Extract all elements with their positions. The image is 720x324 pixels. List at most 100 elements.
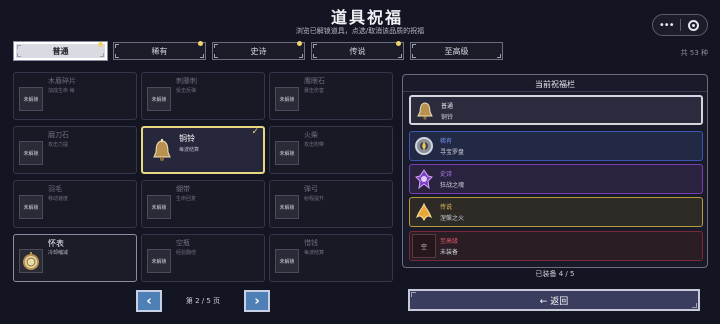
item-card[interactable]: 未解锁 磨刀石 攻击力提	[13, 126, 137, 174]
locked-label: 未解锁	[23, 150, 39, 157]
tab-label: 普通	[52, 46, 69, 56]
blessing-slot-rare[interactable]: 稀有 寻宝罗盘	[409, 131, 703, 161]
more-menu-icon[interactable]: •••	[653, 20, 680, 31]
slot-item-name: 狂战之魂	[440, 182, 465, 189]
item-thumb: 未解锁	[19, 87, 43, 111]
pocket-watch-icon	[19, 249, 43, 273]
slot-item-name: 涅槃之火	[440, 215, 465, 222]
page-title: 道具祝福	[330, 8, 403, 27]
item-name: 木盾碎片	[48, 77, 76, 85]
return-label: ← 返回	[539, 296, 569, 307]
empty-slot-label: 空	[420, 243, 427, 251]
item-card[interactable]: 未解锁 空瓶 经验翻倍	[141, 234, 265, 282]
locked-label: 未解锁	[23, 204, 39, 211]
page-subtitle: 浏览已解锁道具，点选/取消该品质的祝福	[295, 27, 425, 35]
header: 道具祝福 浏览已解锁道具，点选/取消该品质的祝福	[0, 0, 720, 40]
slot-tier: 传说	[440, 204, 453, 211]
item-card[interactable]: 未解锁 木盾碎片 加成生命 每	[13, 72, 137, 120]
bell-icon	[413, 99, 437, 123]
item-name: 羽毛	[48, 185, 62, 193]
tab-label: 至高级	[444, 46, 469, 56]
item-card[interactable]: 未解锁 刺藤刺 受击反弹	[141, 72, 265, 120]
item-desc: 攻击力提	[48, 142, 69, 148]
tab-supreme[interactable]: 至高级	[410, 42, 503, 60]
notification-dot	[198, 41, 203, 46]
title-row: 道具祝福	[0, 4, 720, 28]
item-card[interactable]: 未解锁 惜钱 每波结算	[269, 234, 393, 282]
slot-item-name: 寻宝罗盘	[440, 149, 465, 156]
item-name: 磨刀石	[48, 131, 69, 139]
item-thumb: 未解锁	[275, 249, 299, 273]
item-thumb: 未解锁	[275, 87, 299, 111]
slot-item-name: 未装备	[440, 249, 459, 256]
notification-dot	[98, 42, 103, 47]
item-card[interactable]: 未解锁 绷带 生命回复	[141, 180, 265, 228]
tab-label: 传说	[349, 46, 366, 56]
locked-label: 未解锁	[151, 96, 167, 103]
slot-tier: 普通	[441, 103, 454, 110]
item-thumb: 未解锁	[147, 249, 171, 273]
item-desc: 加成生命 每	[48, 88, 75, 94]
locked-label: 未解锁	[151, 204, 167, 211]
locked-label: 未解锁	[279, 150, 295, 157]
item-card[interactable]: 未解锁 鹰眼石 暴击伤害	[269, 72, 393, 120]
item-thumb: 未解锁	[19, 141, 43, 165]
tab-rare[interactable]: 稀有	[113, 41, 206, 60]
item-desc: 暴击伤害	[304, 88, 325, 94]
prev-page-button[interactable]: ‹	[136, 290, 162, 312]
mini-program-capsule: •••	[652, 14, 708, 36]
item-desc: 经验翻倍	[176, 250, 197, 256]
panel-divider	[403, 91, 707, 92]
item-desc: 移动速度	[48, 196, 69, 202]
item-card[interactable]: 未解锁 弹弓 射程提升	[269, 180, 393, 228]
locked-label: 未解锁	[279, 96, 295, 103]
tab-label: 史诗	[250, 46, 267, 56]
phoenix-fire-icon	[412, 200, 436, 224]
item-thumb: 未解锁	[275, 195, 299, 219]
page-indicator: 第 2 / 5 页	[185, 297, 221, 305]
slot-tier: 至高级	[440, 238, 459, 245]
empty-slot-icon: 空	[412, 234, 436, 258]
blessing-slot-epic[interactable]: 史诗 狂战之魂	[409, 164, 703, 194]
total-count: 共 53 种	[680, 49, 708, 57]
tab-label: 稀有	[151, 46, 168, 56]
rarity-tabs: 普通 稀有 史诗 传说 至高级	[14, 41, 503, 60]
item-name: 怀表	[48, 239, 64, 248]
next-page-button[interactable]: ›	[244, 290, 270, 312]
blessing-panel: 当前祝福栏 普通 铜铃 稀有 寻宝罗盘 史诗 狂战之魂 传说 涅槃之火 空 至高…	[402, 74, 708, 268]
close-target-button[interactable]	[681, 19, 708, 31]
target-icon	[688, 19, 700, 31]
item-desc: 冷却缩减	[48, 250, 69, 256]
item-name: 铜铃	[179, 134, 195, 143]
blessing-slot-legendary[interactable]: 传说 涅槃之火	[409, 197, 703, 227]
blessing-slot-supreme[interactable]: 空 至高级 未装备	[409, 231, 703, 261]
return-button[interactable]: ← 返回	[408, 289, 700, 311]
locked-label: 未解锁	[279, 204, 295, 211]
item-desc: 受击反弹	[176, 88, 197, 94]
checkmark-icon: ✓	[251, 127, 259, 137]
item-thumb: 未解锁	[147, 87, 171, 111]
pagination: ‹ 第 2 / 5 页 ›	[136, 290, 272, 312]
notification-dot	[297, 41, 302, 46]
equip-count: 已装备 4 / 5	[535, 270, 575, 278]
item-name: 火柴	[304, 131, 318, 139]
blessing-slot-common[interactable]: 普通 铜铃	[409, 95, 703, 125]
tab-epic[interactable]: 史诗	[212, 41, 305, 60]
notification-dot	[396, 41, 401, 46]
locked-label: 未解锁	[23, 96, 39, 103]
panel-title: 当前祝福栏	[535, 80, 575, 89]
item-name: 惜钱	[304, 239, 318, 247]
item-card-unlocked[interactable]: 怀表 冷却缩减	[13, 234, 137, 282]
item-grid: 未解锁 木盾碎片 加成生命 每 未解锁 刺藤刺 受击反弹 未解锁 鹰眼石 暴击伤…	[13, 72, 393, 282]
tab-common[interactable]: 普通	[14, 42, 107, 60]
item-card-selected[interactable]: 铜铃 每波结算 ✓	[141, 126, 265, 174]
item-card[interactable]: 未解锁 火柴 攻击附带	[269, 126, 393, 174]
slot-item-name: 铜铃	[441, 114, 454, 121]
item-name: 绷带	[176, 185, 190, 193]
berserker-soul-icon	[412, 167, 436, 191]
compass-icon	[412, 134, 436, 158]
item-card[interactable]: 未解锁 羽毛 移动速度	[13, 180, 137, 228]
item-desc: 每波结算	[304, 250, 325, 256]
item-thumb: 未解锁	[147, 195, 171, 219]
tab-legendary[interactable]: 传说	[311, 41, 404, 60]
